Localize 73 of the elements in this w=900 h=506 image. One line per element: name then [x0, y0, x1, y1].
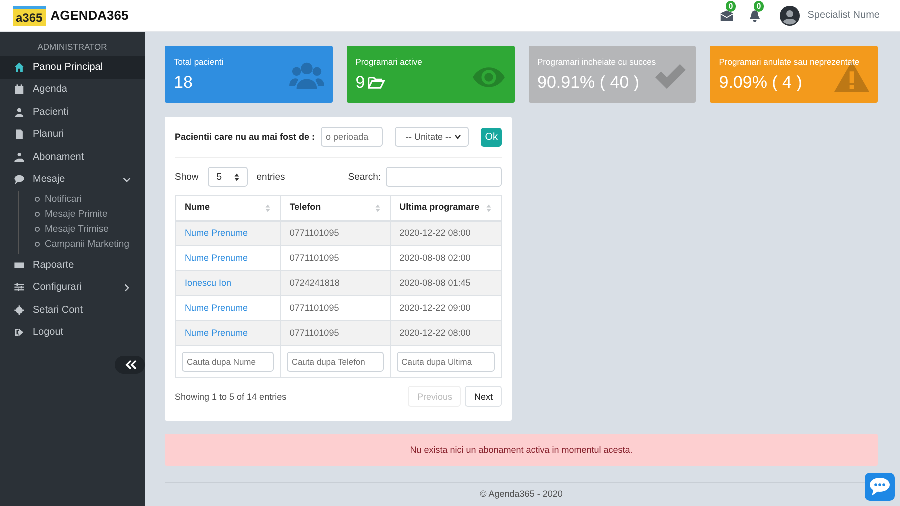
table-cell: 0771101095: [280, 320, 390, 346]
sidebar-item[interactable]: Rapoarte: [0, 254, 145, 276]
folder-icon: [368, 76, 386, 90]
sidebar-item[interactable]: Abonament: [0, 146, 145, 168]
sort-icon: [486, 204, 492, 214]
table-cell: 2020-12-22 08:00: [390, 320, 502, 346]
footer-text: © Agenda365 - 2020: [480, 489, 563, 499]
pagination-button[interactable]: Next: [465, 386, 502, 407]
bell-icon[interactable]: [748, 8, 762, 22]
settings-icon: [14, 304, 25, 316]
sidebar-item[interactable]: Planuri: [0, 124, 145, 146]
show-label: Show: [175, 172, 199, 182]
sidebar-item[interactable]: Mesaje: [0, 168, 145, 191]
period-field[interactable]: o perioada: [321, 127, 384, 147]
caret-icon: [454, 133, 462, 141]
logout-icon: [14, 327, 25, 338]
column-filter-field[interactable]: Cauta dupa Ultima: [396, 352, 495, 372]
submenu-item[interactable]: Campanii Marketing: [21, 237, 145, 252]
column-filter-field[interactable]: Cauta dupa Nume: [182, 352, 274, 372]
submenu-item[interactable]: Mesaje Trimise: [21, 222, 145, 237]
page-size-select[interactable]: 5: [208, 167, 248, 187]
stat-value: 18: [174, 72, 193, 92]
spinner-icon: [234, 172, 240, 182]
patient-link[interactable]: Nume Prenume: [185, 253, 248, 263]
home-icon: [14, 62, 25, 73]
column-filter-field[interactable]: Cauta dupa Telefon: [286, 352, 384, 372]
stat-value: 90.91% ( 40 ): [538, 72, 640, 92]
user-name[interactable]: Specialist Nume: [808, 10, 880, 21]
table-cell: 0724241818: [280, 270, 390, 296]
table-cell: 2020-12-22 08:00: [390, 220, 502, 246]
avatar-icon[interactable]: [780, 6, 800, 26]
sliders-icon: [14, 282, 25, 294]
chevron-right-icon: [123, 284, 131, 292]
calendar-icon: [14, 84, 25, 96]
sidebar-item[interactable]: Setari Cont: [0, 299, 145, 322]
table-info: Showing 1 to 5 of 14 entries: [175, 392, 287, 402]
sidebar-item[interactable]: Panou Principal: [0, 56, 145, 78]
document-icon: [14, 129, 25, 140]
count-badge: 0: [754, 0, 764, 12]
stat-title: Programari incheiate cu succes: [538, 56, 656, 66]
stat-title: Total pacienti: [174, 56, 224, 66]
table-cell: 0771101095: [280, 220, 390, 246]
sidebar-item[interactable]: Configurari: [0, 276, 145, 299]
submenu-item[interactable]: Notificari: [21, 192, 145, 207]
filter-label: Pacientii care nu au mai fost de :: [175, 132, 316, 142]
chevron-down-icon: [123, 176, 131, 184]
sort-icon: [374, 204, 381, 214]
logo-mark: a365: [13, 6, 46, 26]
sidebar-item[interactable]: Logout: [0, 322, 145, 344]
stat-title: Programari active: [356, 56, 422, 66]
stat-title: Programari anulate sau neprezentate: [719, 56, 860, 66]
brand-name: AGENDA365: [50, 8, 129, 23]
search-label: Search:: [348, 172, 381, 182]
sidebar-item[interactable]: Agenda: [0, 78, 145, 101]
patient-link[interactable]: Nume Prenume: [185, 303, 248, 313]
section-heading: ADMINISTRATOR: [36, 42, 108, 52]
envelope-icon[interactable]: [720, 8, 734, 22]
sort-icon: [264, 204, 271, 214]
count-badge: 0: [726, 0, 736, 12]
sidebar-item[interactable]: Pacienti: [0, 101, 145, 124]
alert-message: Nu exista nici un abonament activa in momentul acesta.: [165, 434, 878, 466]
submenu-item[interactable]: Mesaje Primite: [21, 207, 145, 222]
chat-icon: [14, 174, 25, 186]
stat-value: 9: [356, 72, 366, 92]
search-field[interactable]: [386, 167, 502, 187]
collapse-button[interactable]: [115, 356, 145, 374]
entries-label: entries: [256, 172, 286, 182]
unit-select[interactable]: -- Unitate --: [395, 127, 470, 147]
chat-button[interactable]: [865, 473, 895, 501]
user-icon: [14, 106, 25, 118]
stat-value: 9.09% ( 4 ): [719, 72, 802, 92]
users-icon: [288, 60, 325, 92]
table-cell: 2020-08-08 01:45: [390, 270, 502, 296]
